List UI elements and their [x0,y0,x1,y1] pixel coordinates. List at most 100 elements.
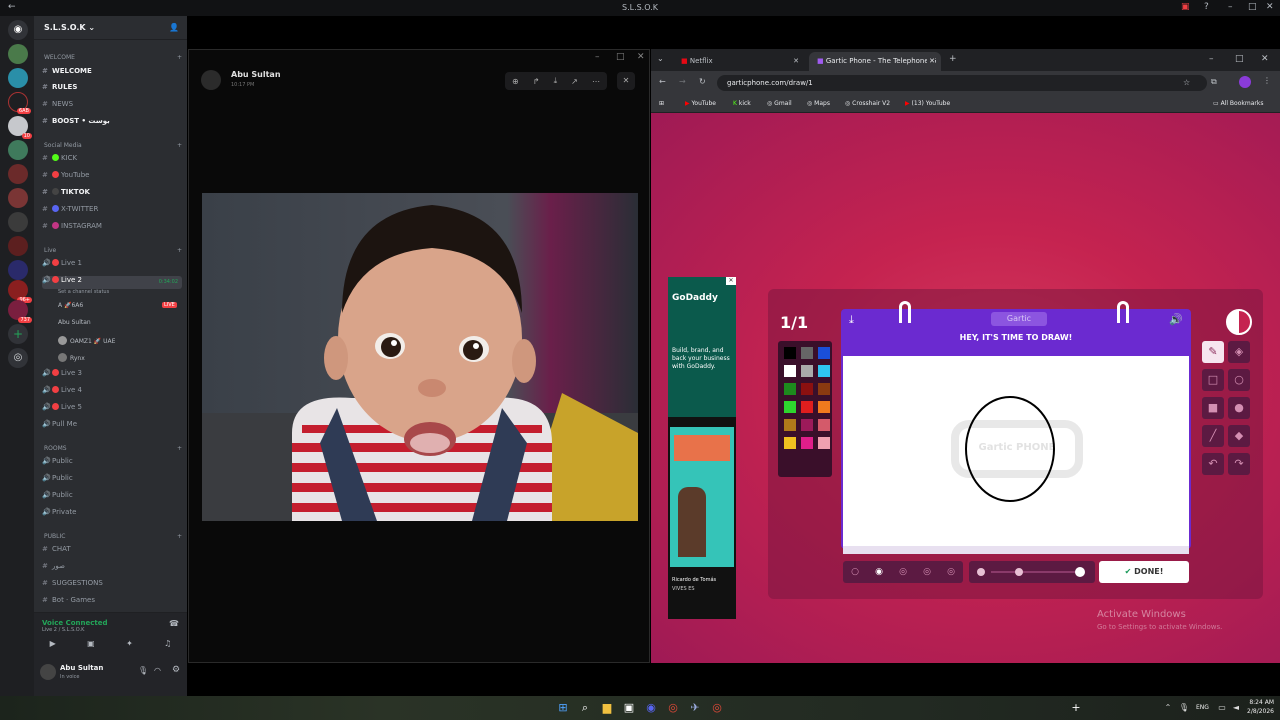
back-icon[interactable]: ← [659,77,666,86]
color-swatch[interactable] [801,365,813,377]
maximize-icon[interactable]: □ [616,52,625,62]
channel-live5[interactable]: 🔊 Live 5 [42,403,182,416]
file-explorer-icon[interactable]: ▆ [599,700,615,716]
category-live[interactable]: Live + [44,247,182,254]
language-indicator[interactable]: ENG [1196,704,1209,711]
channel-xtwitter[interactable]: # X-TWITTER [42,205,182,218]
done-button[interactable]: ✔ DONE! [1099,561,1189,583]
channel-private[interactable]: 🔊Private [42,508,182,521]
server-icon[interactable] [8,236,28,256]
category-social[interactable]: Social Media + [44,142,182,149]
chrome-taskbar-icon[interactable]: ◎ [665,700,681,716]
member-row[interactable]: Abu Sultan [58,319,91,326]
channel-chat[interactable]: # CHAT [42,545,182,558]
rect-fill-tool-icon[interactable]: ■ [1202,397,1224,419]
tab-close-icon[interactable]: ✕ [927,57,935,65]
channel-live3[interactable]: 🔊 Live 3 [42,369,182,382]
color-swatch[interactable] [818,383,830,395]
channel-botgames[interactable]: # Bot · Games [42,596,182,609]
color-swatch[interactable] [818,437,830,449]
volume-tray-icon[interactable]: ◄ [1228,700,1244,716]
avatar[interactable] [40,664,56,680]
channel-youtube[interactable]: # YouTube [42,171,182,184]
screenshare-icon[interactable]: ▣ [87,639,95,648]
color-swatch[interactable] [784,383,796,395]
discord-taskbar-icon[interactable]: ◉ [643,700,659,716]
channel-boost[interactable]: # BOOST • بوست [42,117,182,130]
help-icon[interactable]: ? [1204,2,1209,12]
add-server-icon[interactable]: + [8,324,28,344]
profile-avatar[interactable] [1239,76,1251,88]
channel-pullme[interactable]: 🔊Pull Me [42,420,182,433]
maximize-icon[interactable]: □ [1248,2,1257,12]
bookmark-youtube[interactable]: ▶ YouTube [685,100,716,107]
color-swatch[interactable] [818,347,830,359]
shared-photo[interactable] [202,193,638,521]
channel-live2[interactable]: 🔊 Live 2 0:34:02 [42,276,182,289]
close-icon[interactable]: ✕ [637,52,645,62]
color-swatch[interactable] [801,347,813,359]
color-swatch[interactable] [801,419,813,431]
member-row[interactable]: Rynx [58,353,85,362]
add-member-icon[interactable]: 👤 [169,23,179,32]
server-icon[interactable] [8,260,28,280]
redo-icon[interactable]: ↷ [1228,453,1250,475]
server-icon[interactable] [8,44,28,64]
color-swatch[interactable] [801,383,813,395]
close-viewer-button[interactable]: ✕ [617,72,635,90]
channel-welcome[interactable]: # WELCOME [42,67,182,80]
server-icon[interactable] [8,212,28,232]
server-icon[interactable]: 737 [8,300,32,323]
soundboard-icon[interactable]: ♫ [164,639,171,648]
member-row[interactable]: A 🚀6A6 LIVE [58,302,177,309]
server-icon[interactable] [8,164,28,184]
inbox-icon[interactable]: ▣ [1181,2,1190,12]
brush-size-2[interactable]: ◉ [875,567,883,577]
ellipse-outline-tool-icon[interactable]: ○ [1228,369,1250,391]
fill-bucket-icon[interactable]: ◆ [1228,425,1250,447]
theme-toggle-icon[interactable] [1226,309,1252,335]
slider-thumb[interactable] [1015,568,1023,576]
color-swatch[interactable] [784,401,796,413]
menu-icon[interactable]: ⋮ [1263,76,1271,85]
mic-tray-icon[interactable]: 🎙 [1176,700,1192,716]
minimize-icon[interactable]: – [1228,2,1233,12]
channel-suggestions[interactable]: # SUGGESTIONS [42,579,182,592]
discord-home-icon[interactable]: ◉ [8,20,28,40]
activities-icon[interactable]: ✦ [126,639,133,648]
category-welcome[interactable]: WELCOME + [44,54,182,61]
minimize-icon[interactable]: – [1209,54,1214,64]
disconnect-icon[interactable]: ☎ [169,619,179,628]
forward-icon[interactable]: → [679,77,686,86]
bookmark-maps[interactable]: ◎ Maps [807,100,830,107]
undo-icon[interactable]: ↶ [1202,453,1224,475]
new-tab-icon[interactable]: + [949,54,957,64]
server-icon[interactable]: 96+ [8,280,32,303]
url-input[interactable]: garticphone.com/draw/1 [717,75,1207,91]
line-tool-icon[interactable]: ╱ [1202,425,1224,447]
tab-netflix[interactable]: ■ Netflix ✕ [673,52,805,71]
category-rooms[interactable]: ROOMS + [44,445,182,452]
ad-close-icon[interactable]: ✕ [726,277,736,285]
voice-status[interactable]: Voice Connected [42,619,108,627]
forward-icon[interactable]: ↱ [533,77,540,86]
server-icon[interactable] [8,188,28,208]
brush-size-4[interactable]: ◎ [923,567,931,577]
server-header[interactable]: S.L.S.O.K ⌄ 👤 [34,16,187,40]
bookmark-youtube-2[interactable]: ▶ (13) YouTube [905,100,950,107]
channel-rules[interactable]: # RULES [42,83,182,96]
maximize-icon[interactable]: □ [1235,54,1244,64]
color-swatch[interactable] [784,347,796,359]
clock-time[interactable]: 8:24 AM [1244,699,1274,706]
server-icon[interactable] [8,68,28,88]
camera-icon[interactable]: ▶ [50,639,56,648]
search-icon[interactable]: ⌕ [577,700,593,716]
opacity-slider[interactable] [969,561,1095,583]
store-icon[interactable]: ▣ [621,700,637,716]
settings-gear-icon[interactable]: ⚙ [172,665,180,675]
channel-status[interactable]: Set a channel status [58,289,109,295]
zoom-icon[interactable]: ⊕ [512,77,519,86]
ellipse-fill-tool-icon[interactable]: ● [1228,397,1250,419]
steam-icon[interactable]: ✈ [687,700,703,716]
volume-icon[interactable]: 🔊 [1169,313,1183,326]
